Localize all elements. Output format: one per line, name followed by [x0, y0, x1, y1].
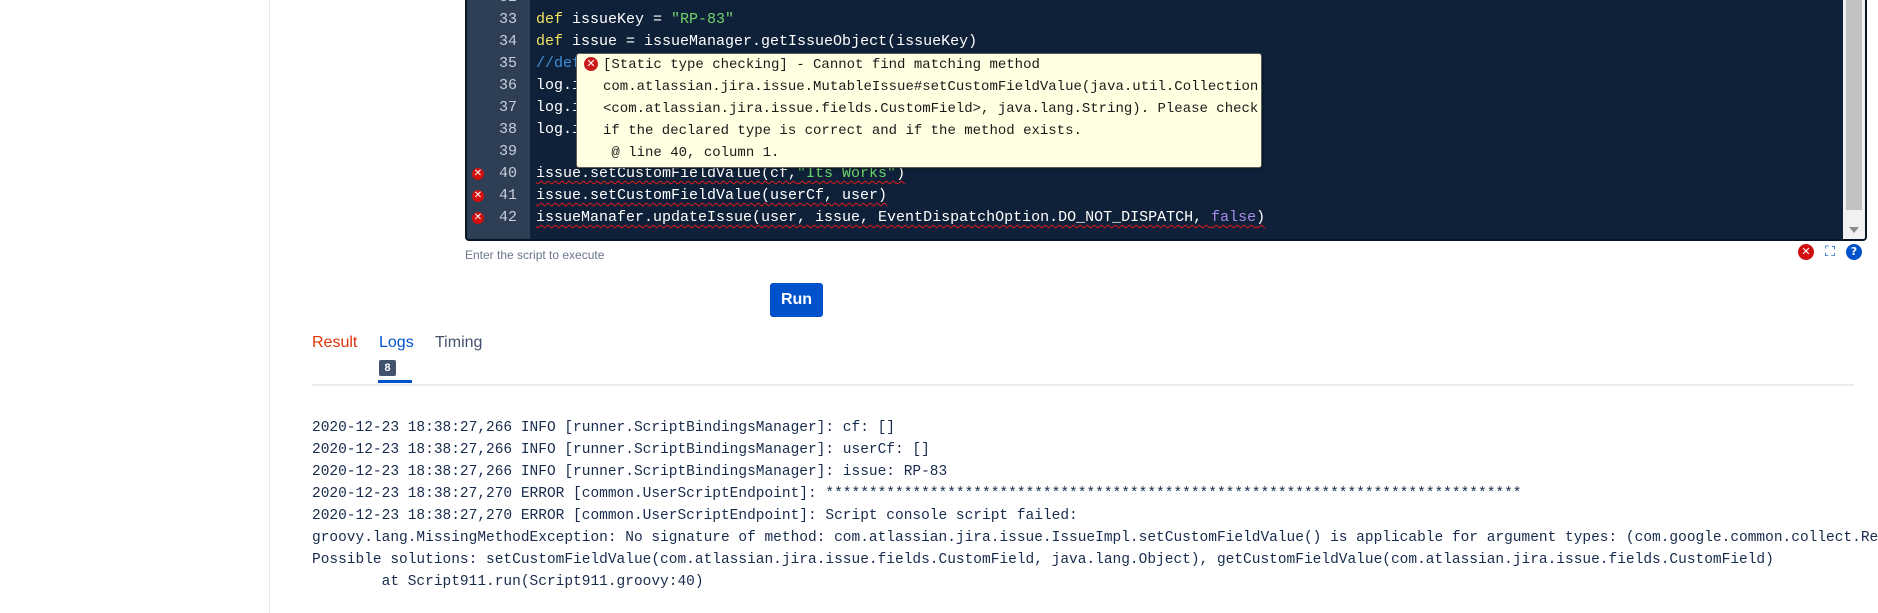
code-line[interactable]: 34 def issue = issueManager.getIssueObjec… [467, 31, 1840, 53]
tooltip-line: if the declared type is correct and if t… [603, 123, 1082, 139]
log-line: at Script911.run(Script911.groovy:40) [312, 574, 704, 590]
tab-logs[interactable]: Logs [379, 334, 414, 352]
tab-timing[interactable]: Timing [435, 334, 482, 352]
tooltip-line: com.atlassian.jira.issue.MutableIssue#se… [603, 79, 1259, 95]
code-text: log.i [536, 97, 581, 119]
error-circle-icon: ✕ [584, 57, 598, 71]
line-number: 32 [467, 0, 517, 9]
code-line[interactable]: 42 ✕ issueManafer.updateIssue(user, issue,… [467, 207, 1840, 229]
code-token: ) [1256, 209, 1266, 226]
code-token: def [536, 11, 564, 28]
code-token: issue = issueManager.getIssueObject(issu… [563, 33, 978, 50]
tab-result[interactable]: Result [312, 334, 357, 352]
code-text: //def [536, 53, 581, 75]
code-text: log.i [536, 119, 581, 141]
fullscreen-icon[interactable]: ⛶ [1822, 244, 1838, 260]
log-line: 2020-12-23 18:38:27,270 ERROR [common.Us… [312, 486, 1522, 502]
log-line: groovy.lang.MissingMethodException: No s… [312, 530, 1878, 546]
error-circle-icon[interactable]: ✕ [472, 168, 484, 180]
code-token: false [1211, 209, 1257, 226]
code-token: def [536, 33, 564, 50]
code-line[interactable]: 32 [467, 0, 1840, 9]
code-token: log.i [536, 99, 582, 116]
code-text: issueManafer.updateIssue(user, issue, Ev… [536, 207, 1265, 229]
code-token: log.i [536, 77, 582, 94]
code-token: issueManafer.updateIssue(user, issue, Ev… [536, 209, 1212, 226]
code-token: "RP-83" [671, 11, 735, 28]
log-line: 2020-12-23 18:38:27,266 INFO [runner.Scr… [312, 442, 930, 458]
result-tabs: Result Logs 8 Timing [312, 334, 1854, 386]
code-token: log.i [536, 121, 582, 138]
editor-toolbar: ✕ ⛶ ? [1798, 244, 1868, 262]
line-number: 38 [498, 121, 517, 138]
line-number: 37 [498, 99, 517, 116]
code-token: //def [536, 55, 582, 72]
log-line: Possible solutions: setCustomFieldValue(… [312, 552, 1774, 568]
error-circle-icon[interactable]: ✕ [472, 212, 484, 224]
log-line: 2020-12-23 18:38:27,266 INFO [runner.Scr… [312, 420, 895, 436]
code-token: issueKey = [563, 11, 672, 28]
line-number: 35 [498, 55, 517, 72]
tooltip-line: <com.atlassian.jira.issue.fields.CustomF… [603, 101, 1259, 117]
active-tab-indicator [378, 380, 412, 383]
code-token: issue.setCustomFieldValue(userCf, user) [536, 187, 888, 204]
tooltip-line: [Static type checking] - Cannot find mat… [603, 57, 1040, 73]
line-number: 33 [498, 11, 517, 28]
line-number: 39 [498, 143, 517, 160]
help-icon[interactable]: ? [1846, 244, 1862, 260]
log-output: 2020-12-23 18:38:27,266 INFO [runner.Scr… [312, 417, 1878, 593]
line-number: 34 [498, 33, 517, 50]
tooltip-line: @ line 40, column 1. [603, 145, 780, 161]
run-button[interactable]: Run [770, 283, 823, 317]
left-divider [269, 0, 270, 613]
error-tooltip: ✕ [Static type checking] - Cannot find m… [576, 53, 1262, 168]
editor-helper-text: Enter the script to execute [465, 248, 605, 262]
code-text: log.i [536, 75, 581, 97]
code-text: issue.setCustomFieldValue(userCf, user) [536, 185, 887, 207]
code-text: def issue = issueManager.getIssueObject(… [536, 31, 977, 53]
editor-scrollbar[interactable] [1843, 0, 1865, 239]
code-line[interactable]: 33 def issueKey = "RP-83" [467, 9, 1840, 31]
error-circle-icon[interactable]: ✕ [472, 190, 484, 202]
error-circle-icon[interactable]: ✕ [1798, 244, 1814, 260]
log-line: 2020-12-23 18:38:27,266 INFO [runner.Scr… [312, 464, 948, 480]
scrollbar-thumb[interactable] [1846, 0, 1862, 210]
logs-count-badge: 8 [379, 360, 396, 376]
scroll-down-arrow-icon[interactable] [1849, 227, 1859, 233]
log-line: 2020-12-23 18:38:27,270 ERROR [common.Us… [312, 508, 1078, 524]
code-text: def issueKey = "RP-83" [536, 9, 734, 31]
line-number: 36 [498, 77, 517, 94]
code-line[interactable]: 41 ✕ issue.setCustomFieldValue(userCf, use… [467, 185, 1840, 207]
